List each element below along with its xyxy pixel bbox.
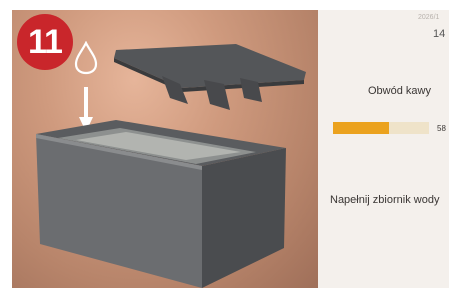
instruction-frame: 11 2026/1 14 Obwód kawy 58 Napełnij zbio… bbox=[0, 0, 449, 294]
progress-fill bbox=[333, 122, 389, 134]
step-badge: 11 bbox=[17, 14, 73, 70]
fill-water-tank-message: Napełnij zbiornik wody bbox=[330, 194, 440, 206]
progress-value: 58 bbox=[437, 124, 446, 133]
time-text: 14 bbox=[433, 28, 446, 40]
tank-lid bbox=[114, 44, 306, 110]
device-screen bbox=[318, 10, 449, 288]
date-text: 2026/1 bbox=[418, 14, 440, 21]
water-tank bbox=[36, 120, 286, 288]
coffee-circuit-progress bbox=[333, 122, 429, 134]
water-drop-icon bbox=[74, 41, 98, 75]
coffee-circuit-label: Obwód kawy bbox=[368, 85, 431, 97]
